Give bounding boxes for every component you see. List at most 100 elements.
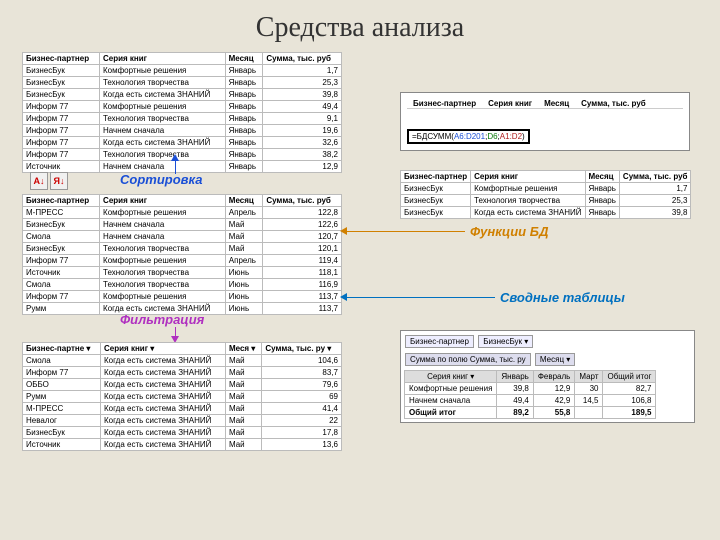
col-series: Серия книг — [100, 195, 226, 207]
col-month: Месяц — [225, 53, 263, 65]
pivot-col: Февраль — [533, 371, 575, 383]
cell: Январь — [225, 101, 263, 113]
cell: 89,2 — [497, 407, 533, 419]
cell: Когда есть система ЗНАНИЙ — [471, 207, 585, 219]
cell: 38,2 — [263, 149, 342, 161]
cell: 12,9 — [263, 161, 342, 173]
table-row: Комфортные решения39,812,93082,7 — [405, 383, 656, 395]
pivot-col: Январь — [497, 371, 533, 383]
cell: Январь — [585, 207, 619, 219]
table-row: СмолаКогда есть система ЗНАНИЙМай104,6 — [23, 355, 342, 367]
formula-cell: =БДСУММ(A6:D201;D6;A1:D2) — [407, 129, 530, 144]
cell: Смола — [23, 279, 100, 291]
cell: Комфортные решения — [100, 291, 226, 303]
col-partner: Бизнес-партнер — [23, 53, 100, 65]
cell: Технология творчества — [100, 243, 226, 255]
cell: Май — [225, 231, 263, 243]
table-row: Информ 77Комфортные решенияИюнь113,7 — [23, 291, 342, 303]
cell: Информ 77 — [23, 125, 100, 137]
cell: Май — [225, 415, 261, 427]
sort-label: Сортировка — [120, 172, 202, 187]
arrowhead-pivot-l — [340, 293, 347, 301]
table-sorted-desc: Бизнес-партнер Серия книг Месяц Сумма, т… — [22, 194, 342, 315]
cell: Информ 77 — [23, 291, 100, 303]
cell: 41,4 — [262, 403, 342, 415]
table-row: Начнем сначала49,442,914,5106,8 — [405, 395, 656, 407]
cell: Когда есть система ЗНАНИЙ — [101, 391, 226, 403]
arrowhead-sort — [171, 154, 179, 161]
pivot-page-value[interactable]: БизнесБук ▾ — [478, 335, 533, 348]
cell: 189,5 — [603, 407, 656, 419]
cell: Январь — [585, 195, 619, 207]
table-row: Информ 77Технология творчестваЯнварь38,2 — [23, 149, 342, 161]
pivot-col: Март — [575, 371, 603, 383]
col-partner: Бизнес-партнер — [401, 171, 471, 183]
cell: Январь — [225, 113, 263, 125]
cell: 106,8 — [603, 395, 656, 407]
pivot-col-field[interactable]: Месяц ▾ — [535, 353, 575, 366]
cell: Комфортные решения — [100, 255, 226, 267]
cell: БизнесБук — [23, 427, 101, 439]
col-series: Серия книг — [471, 171, 585, 183]
table-row: М-ПРЕССКомфортные решенияАпрель122,8 — [23, 207, 342, 219]
cell: 25,3 — [263, 77, 342, 89]
pivot-row-field[interactable]: Серия книг ▾ — [405, 371, 497, 383]
cell: Май — [225, 355, 261, 367]
table-row: М-ПРЕССКогда есть система ЗНАНИЙМай41,4 — [23, 403, 342, 415]
cell: Июнь — [225, 279, 263, 291]
cell: Май — [225, 439, 261, 451]
cell: 69 — [262, 391, 342, 403]
table-row: БизнесБукТехнология творчестваЯнварь25,3 — [401, 195, 691, 207]
table-row: Информ 77Начнем сначалаЯнварь19,6 — [23, 125, 342, 137]
cell: Май — [225, 379, 261, 391]
pivot-data-field: Сумма по полю Сумма, тыс. ру — [405, 353, 531, 366]
table-row: Информ 77Комфортные решенияЯнварь49,4 — [23, 101, 342, 113]
table-row: БизнесБукКогда есть система ЗНАНИЙЯнварь… — [23, 89, 342, 101]
cell: 22 — [262, 415, 342, 427]
sort-asc-icon[interactable]: А↓ — [30, 172, 48, 190]
cell: Начнем сначала — [99, 125, 225, 137]
cell: 13,6 — [262, 439, 342, 451]
cell: Январь — [225, 161, 263, 173]
cell: Технология творчества — [100, 279, 226, 291]
cell: Когда есть система ЗНАНИЙ — [99, 137, 225, 149]
table-row: БизнесБукКогда есть система ЗНАНИЙМай17,… — [23, 427, 342, 439]
table-row: Информ 77Когда есть система ЗНАНИЙМай83,… — [23, 367, 342, 379]
sort-desc-icon[interactable]: Я↓ — [50, 172, 68, 190]
cell: 1,7 — [619, 183, 691, 195]
cell: Май — [225, 243, 263, 255]
cell: 39,8 — [497, 383, 533, 395]
cell: Информ 77 — [23, 255, 100, 267]
sort-buttons: А↓ Я↓ — [30, 172, 68, 190]
cell: Общий итог — [405, 407, 497, 419]
cell: Технология творчества — [471, 195, 585, 207]
col-partner: Бизнес-партне ▾ — [23, 343, 101, 355]
pivot-page-field[interactable]: Бизнес-партнер — [405, 335, 474, 348]
cell: 122,8 — [263, 207, 342, 219]
cell: М-ПРЕСС — [23, 403, 101, 415]
cell: 39,8 — [619, 207, 691, 219]
table-row: БизнесБукТехнология творчестваЯнварь25,3 — [23, 77, 342, 89]
table-row: БизнесБукКомфортные решенияЯнварь1,7 — [23, 65, 342, 77]
cell: Когда есть система ЗНАНИЙ — [101, 379, 226, 391]
cell: Румм — [23, 303, 100, 315]
cell: Январь — [585, 183, 619, 195]
cell: ОББО — [23, 379, 101, 391]
cell: 120,7 — [263, 231, 342, 243]
cell: Апрель — [225, 255, 263, 267]
cell: 19,6 — [263, 125, 342, 137]
cell: Июнь — [225, 303, 263, 315]
cell: БизнесБук — [401, 183, 471, 195]
col-month: Месяц — [538, 99, 575, 108]
cell: Когда есть система ЗНАНИЙ — [101, 355, 226, 367]
cell: Когда есть система ЗНАНИЙ — [101, 403, 226, 415]
cell: Технология творчества — [100, 267, 226, 279]
cell: БизнесБук — [401, 195, 471, 207]
cell: Источник — [23, 161, 100, 173]
table-row: БизнесБукКогда есть система ЗНАНИЙЯнварь… — [401, 207, 691, 219]
table-row: Информ 77Когда есть система ЗНАНИЙЯнварь… — [23, 137, 342, 149]
col-series: Серия книг ▾ — [101, 343, 226, 355]
cell: Румм — [23, 391, 101, 403]
table-row: НевалогКогда есть система ЗНАНИЙМай22 — [23, 415, 342, 427]
cell: Комфортные решения — [99, 101, 225, 113]
